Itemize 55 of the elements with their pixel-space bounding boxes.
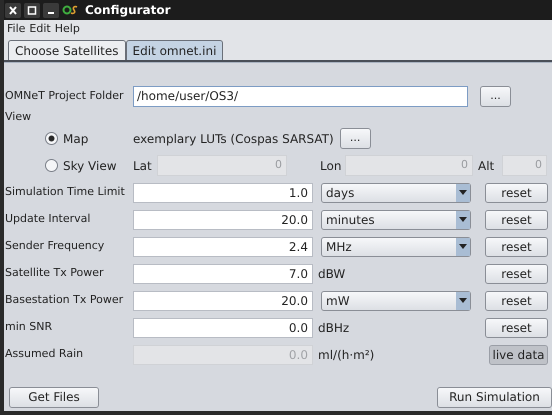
maximize-icon[interactable] <box>24 2 40 18</box>
reset-button[interactable]: reset <box>485 290 548 310</box>
radio-label: Map <box>63 130 88 148</box>
window-title: Configurator <box>85 2 171 19</box>
unit-label: dBHz <box>318 320 350 336</box>
field-label: min SNR <box>5 319 54 336</box>
coordinate-label: Lon <box>320 158 342 174</box>
menu-item[interactable]: Help <box>54 20 80 38</box>
browse-button[interactable]: ... <box>480 86 511 106</box>
reset-button[interactable]: reset <box>485 182 548 202</box>
reset-button[interactable]: reset <box>485 236 548 256</box>
value-field[interactable]: 20.0 <box>133 210 313 230</box>
close-icon[interactable] <box>5 2 21 18</box>
unit-label: ml/(h·m²) <box>318 346 376 364</box>
value-field[interactable]: 20.0 <box>133 290 313 310</box>
value-field[interactable]: 0.0 <box>133 318 313 338</box>
field-label: Update Interval <box>5 211 92 228</box>
tab[interactable]: Edit omnet.ini <box>126 40 224 60</box>
dropdown-arrow-icon <box>459 217 467 222</box>
dropdown-arrow-icon <box>459 190 467 195</box>
folder-path-field[interactable]: /home/user/OS3/ <box>133 86 468 106</box>
unit-dropdown[interactable]: mW <box>321 290 471 310</box>
app-logo-icon <box>62 4 80 16</box>
field-label: Assumed Rain <box>5 346 84 362</box>
unit-dropdown[interactable]: minutes <box>321 210 471 230</box>
unit-dropdown[interactable]: days <box>321 182 471 202</box>
coordinate-label: Alt <box>478 158 496 174</box>
value-field[interactable]: 1.0 <box>133 182 313 202</box>
value-field[interactable]: 7.0 <box>133 264 313 284</box>
field-label: Simulation Time Limit <box>5 184 126 200</box>
reset-button[interactable]: reset <box>485 318 548 338</box>
field-label: Satellite Tx Power <box>5 265 105 282</box>
reset-button[interactable]: reset <box>485 264 548 284</box>
coordinate-label: Lat <box>133 158 153 174</box>
menu-item[interactable]: Edit <box>29 20 51 38</box>
menu-item[interactable]: File <box>7 20 26 38</box>
reset-button[interactable]: reset <box>485 210 548 230</box>
dropdown-arrow-icon <box>459 298 467 303</box>
tab[interactable]: Choose Satellites <box>8 40 126 60</box>
section-label: View <box>5 109 32 125</box>
unit-label: dBW <box>318 266 346 282</box>
radio-button[interactable] <box>45 132 58 145</box>
action-button[interactable]: Get Files <box>9 386 99 408</box>
value-field[interactable]: 2.4 <box>133 236 313 256</box>
radio-button[interactable] <box>45 159 58 172</box>
field-label: Sender Frequency <box>5 238 106 254</box>
action-button[interactable]: Run Simulation <box>437 386 552 408</box>
dropdown-arrow-icon <box>459 244 467 249</box>
radio-label: Sky View <box>63 158 117 174</box>
map-source-label: exemplary LUTs (Cospas SARSAT) <box>133 130 334 148</box>
minimize-icon[interactable] <box>43 2 59 18</box>
unit-dropdown[interactable]: MHz <box>321 236 471 256</box>
browse-button[interactable]: ... <box>340 128 371 149</box>
field-label: OMNeT Project Folder <box>5 88 124 104</box>
field-label: Basestation Tx Power <box>5 292 124 308</box>
